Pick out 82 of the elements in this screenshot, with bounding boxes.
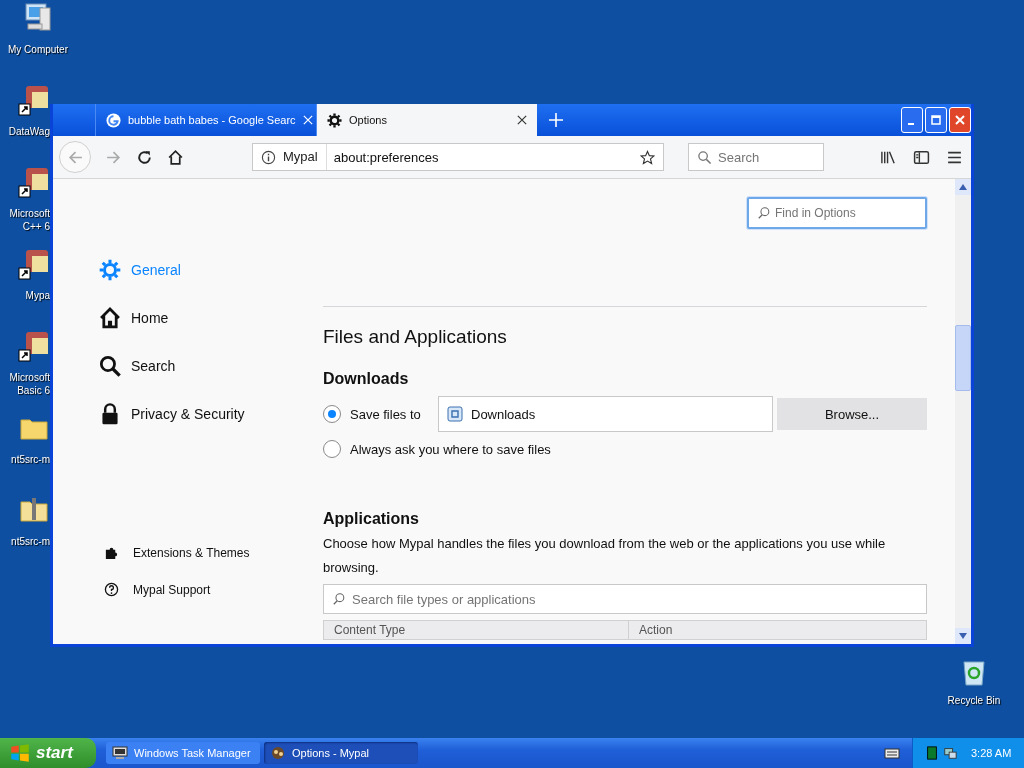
puzzle-icon xyxy=(104,545,119,560)
shortcut-icon[interactable] xyxy=(18,84,50,116)
section-heading: Downloads xyxy=(323,370,410,388)
find-in-options-input[interactable]: Find in Options xyxy=(775,200,917,226)
computer-icon[interactable] xyxy=(22,2,54,34)
gear-icon xyxy=(99,259,121,281)
search-icon xyxy=(99,355,121,377)
help-icon xyxy=(104,582,119,597)
taskbar-button[interactable]: Windows Task Manager xyxy=(106,742,260,764)
close-icon xyxy=(955,115,965,125)
info-icon[interactable] xyxy=(261,149,276,165)
home-icon[interactable] xyxy=(167,148,184,166)
maximize-icon xyxy=(931,115,941,125)
taskbar-button[interactable]: Options - Mypal xyxy=(264,742,418,764)
star-icon[interactable] xyxy=(640,149,655,165)
folder-name: Downloads xyxy=(471,406,536,422)
scroll-up-icon[interactable] xyxy=(959,184,967,190)
column-header[interactable]: Content Type xyxy=(324,621,629,639)
clock: 3:28 AM xyxy=(971,747,1012,759)
download-folder-field[interactable]: Downloads xyxy=(438,396,773,432)
file-type-search-field[interactable]: Search file types or applications xyxy=(323,584,927,614)
minimize-icon xyxy=(907,123,914,125)
nav-link[interactable]: Mypal Support xyxy=(104,582,323,597)
home-icon xyxy=(99,307,121,329)
tab-title: Options xyxy=(349,114,388,126)
section-title: Files and Applications xyxy=(323,326,508,348)
file-type-search-input[interactable]: Search file types or applications xyxy=(352,587,918,611)
section-heading: Applications xyxy=(323,510,420,528)
new-tab-icon[interactable] xyxy=(549,113,563,127)
radio-button[interactable] xyxy=(323,440,341,458)
desktop-icon-label[interactable]: Microsoft C++ 6 xyxy=(0,207,50,233)
column-header[interactable]: Action xyxy=(629,621,683,639)
reload-icon[interactable] xyxy=(136,148,153,166)
radio-option[interactable]: Always ask you where to save files xyxy=(323,440,927,458)
search-input[interactable]: Search xyxy=(718,145,815,169)
desktop-icon-label[interactable]: nt5src-m xyxy=(0,453,50,466)
nav-item[interactable]: Privacy & Security xyxy=(99,401,323,427)
search-icon xyxy=(332,592,346,606)
desktop-icon-label[interactable]: Microsoft Basic 6 xyxy=(0,371,50,397)
search-icon xyxy=(697,149,712,165)
keyboard-icon[interactable] xyxy=(884,745,900,761)
close-icon[interactable] xyxy=(517,115,527,125)
shortcut-icon[interactable] xyxy=(18,166,50,198)
desktop-icon-label[interactable]: My Computer xyxy=(8,43,68,56)
desktop-icon-label[interactable]: Mypa xyxy=(0,289,50,302)
browser-tab[interactable]: Options xyxy=(316,104,537,136)
tab-title: bubble bath babes - Google Searc xyxy=(128,114,296,126)
sidebar-icon[interactable] xyxy=(913,148,930,166)
app-icon xyxy=(270,745,286,761)
scrollbar[interactable] xyxy=(955,179,971,644)
nav-item[interactable]: Home xyxy=(99,305,323,331)
find-in-options-field[interactable]: Find in Options xyxy=(747,197,927,229)
radio-button[interactable] xyxy=(323,405,341,423)
windows-logo-icon xyxy=(10,743,30,763)
url-text: about:preferences xyxy=(333,149,440,165)
description-text: Choose how Mypal handles the files you download from the web or the applications you use while browsing. xyxy=(323,535,887,577)
scroll-down-icon[interactable] xyxy=(959,633,967,639)
google-icon xyxy=(106,112,121,128)
nav-item[interactable]: Search xyxy=(99,353,323,379)
desktop-icon-label[interactable]: nt5src-m xyxy=(0,535,50,548)
status-icon[interactable] xyxy=(925,746,939,760)
network-icon[interactable] xyxy=(943,746,957,760)
search-field[interactable]: Search xyxy=(688,143,824,171)
minimize-button[interactable] xyxy=(901,107,923,133)
gear-icon xyxy=(327,112,342,128)
close-button[interactable] xyxy=(949,107,971,133)
site-identity[interactable]: Mypal xyxy=(283,144,327,170)
maximize-button[interactable] xyxy=(925,107,947,133)
nav-item[interactable]: General xyxy=(99,257,323,283)
folder-icon xyxy=(447,406,463,422)
desktop-icon-label[interactable]: DataWag xyxy=(0,125,50,138)
scrollbar-thumb[interactable] xyxy=(955,325,971,391)
monitor-icon xyxy=(112,745,128,761)
lock-icon xyxy=(99,403,121,425)
shortcut-icon[interactable] xyxy=(18,248,50,280)
radio-option[interactable]: Save files to xyxy=(323,405,438,423)
shortcut-icon[interactable] xyxy=(18,330,50,362)
desktop-icon-label[interactable]: Recycle Bin xyxy=(947,694,1001,707)
search-icon xyxy=(757,206,771,220)
address-bar[interactable]: Mypal about:preferences xyxy=(252,143,664,171)
browse-button[interactable]: Browse... xyxy=(777,398,927,430)
nav-link[interactable]: Extensions & Themes xyxy=(104,545,323,560)
